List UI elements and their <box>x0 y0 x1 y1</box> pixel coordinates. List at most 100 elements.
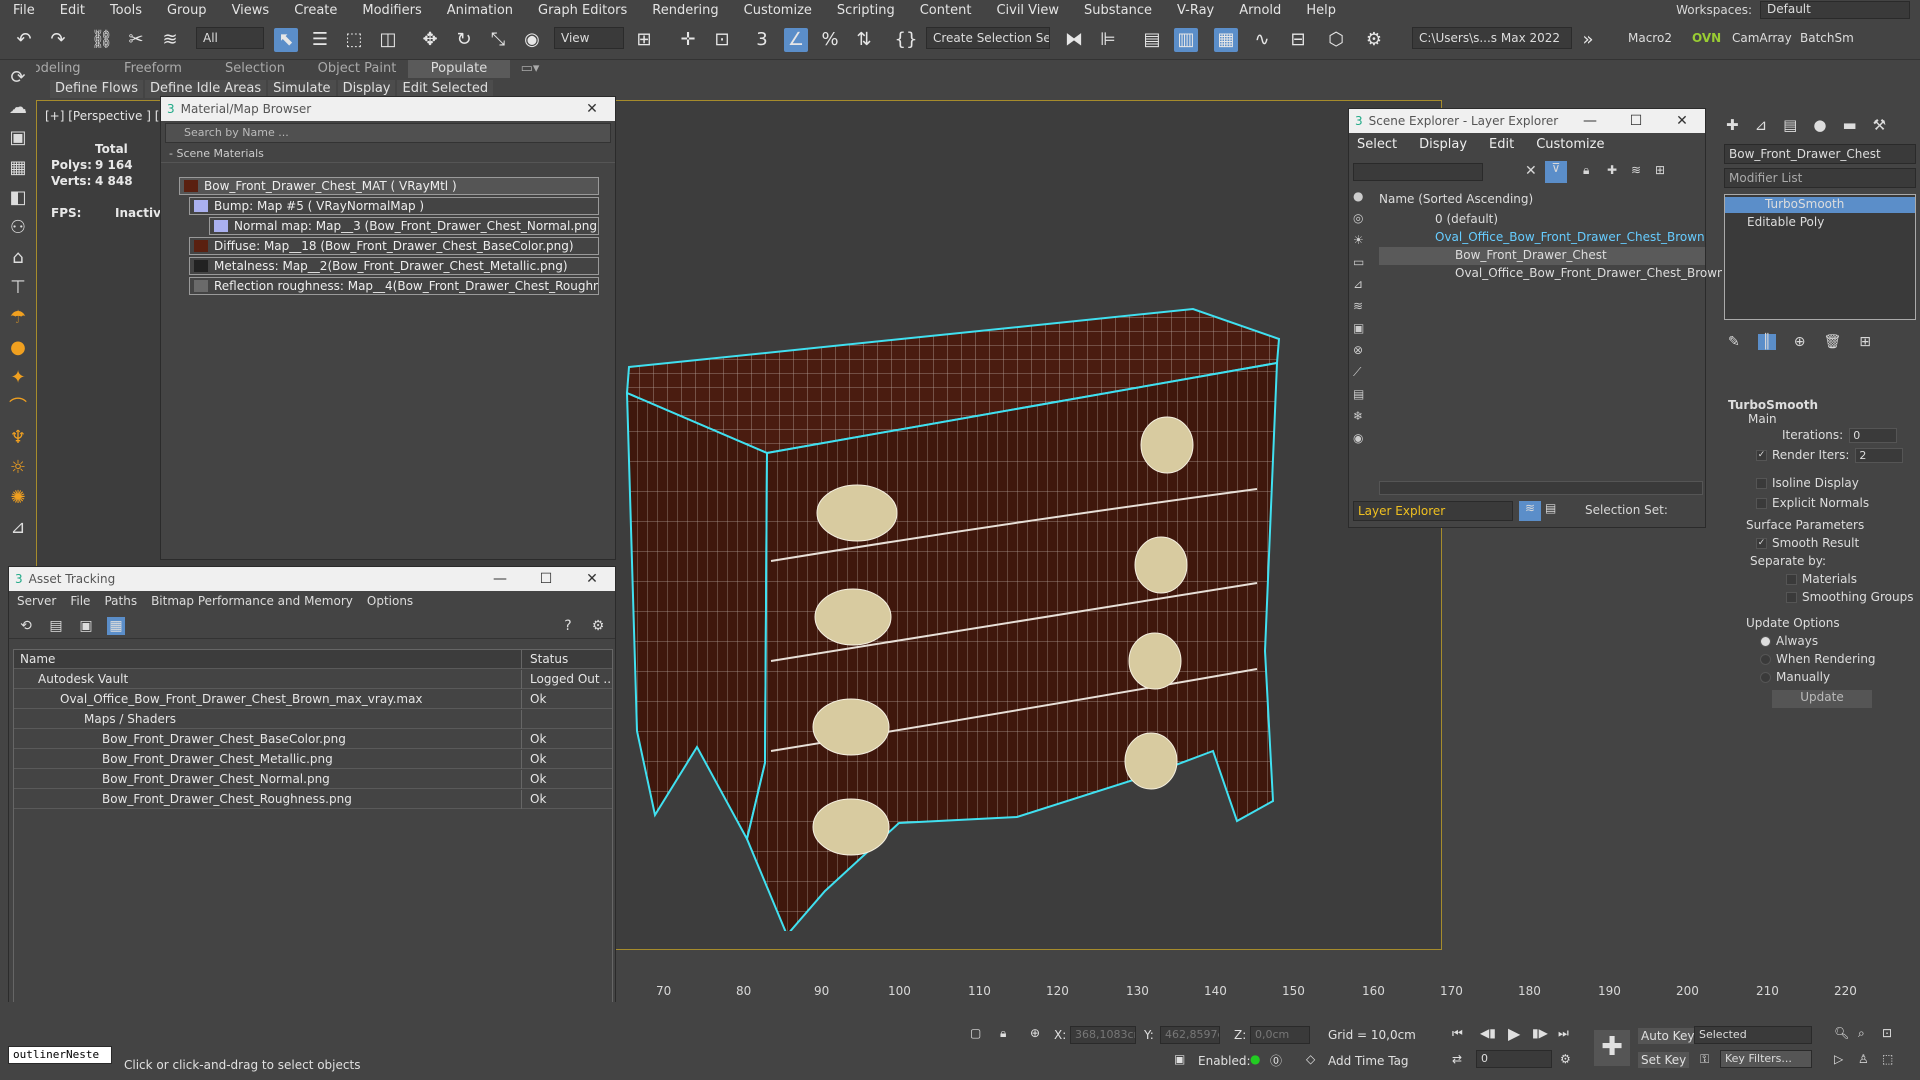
column-status-header[interactable]: Status <box>524 650 610 668</box>
zoom-extents-icon[interactable]: ⊡ <box>1882 1026 1892 1040</box>
select-by-name-icon[interactable]: ☰ <box>308 28 332 52</box>
rotate-icon[interactable]: ↻ <box>452 28 476 52</box>
utilities-tab-icon[interactable]: ⚒ <box>1873 116 1886 136</box>
chevron-right-icon[interactable]: » <box>1576 28 1600 52</box>
placement-icon[interactable]: ◉ <box>520 28 544 52</box>
bind-space-warp-icon[interactable]: ≋ <box>158 28 182 52</box>
hierarchy-icon[interactable]: ⊞ <box>1655 163 1665 177</box>
set-key-button[interactable]: Set Key <box>1638 1052 1690 1068</box>
layers-icon[interactable]: ▦ <box>3 154 33 182</box>
ribbon-options-icon[interactable]: ▭▾ <box>510 60 550 78</box>
update-button[interactable]: Update <box>1772 690 1872 708</box>
menu-create[interactable]: Create <box>281 3 349 18</box>
project-path-dropdown[interactable]: C:\Users\s...s Max 2022 <box>1412 27 1572 49</box>
align-icon[interactable]: ⊫ <box>1096 28 1120 52</box>
tab-freeform[interactable]: Freeform <box>102 60 204 78</box>
viewport-label[interactable]: [+] [Perspective ] [St <box>45 109 172 123</box>
always-radio[interactable] <box>1760 636 1771 647</box>
modifier-turbosmooth[interactable]: TurboSmooth <box>1725 197 1915 213</box>
pivot-center-icon[interactable]: ⊞ <box>632 28 656 52</box>
modifier-editable-poly[interactable]: Editable Poly <box>1747 215 1824 229</box>
map-item[interactable]: Normal map: Map__3 (Bow_Front_Drawer_Che… <box>209 217 599 235</box>
schematic-view-icon[interactable]: ⊟ <box>1286 28 1310 52</box>
map-item[interactable]: Metalness: Map__2(Bow_Front_Drawer_Chest… <box>189 257 599 275</box>
select-manipulate-icon[interactable]: ✛ <box>676 28 700 52</box>
lamp-icon[interactable]: ⌒ <box>3 394 33 422</box>
asset-menu-file[interactable]: File <box>70 594 90 610</box>
unlink-icon[interactable]: ✂ <box>124 28 148 52</box>
refresh-icon[interactable]: ⟲ <box>17 617 35 635</box>
mirror-icon[interactable]: ⧓ <box>1062 28 1086 52</box>
spacewarps-filter-icon[interactable]: ≋ <box>1353 299 1375 321</box>
material-item[interactable]: Bow_Front_Drawer_Chest_MAT ( VRayMtl ) <box>179 177 599 195</box>
map-item[interactable]: Reflection roughness: Map__4(Bow_Front_D… <box>189 277 599 295</box>
asset-menu-paths[interactable]: Paths <box>104 594 137 610</box>
toggle-ribbon-icon[interactable]: ▦ <box>1214 28 1238 52</box>
show-end-result-icon[interactable]: ║ <box>1757 334 1776 350</box>
play-icon[interactable]: ▶ <box>1508 1024 1520 1043</box>
walk-through-icon[interactable]: ♙ <box>1858 1052 1869 1066</box>
render-iters-spinner[interactable]: 2 <box>1855 448 1904 463</box>
se-horizontal-scrollbar[interactable] <box>1379 481 1703 495</box>
tag-icon[interactable]: ◇ <box>1306 1052 1315 1066</box>
curve-editor-icon[interactable]: ∿ <box>1250 28 1274 52</box>
explicit-normals-checkbox[interactable] <box>1756 498 1767 509</box>
layer-row-oval-office[interactable]: Oval_Office_Bow_Front_Drawer_Chest_Brown <box>1379 229 1705 247</box>
table-row[interactable]: Bow_Front_Drawer_Chest_BaseColor.png Ok <box>14 730 612 749</box>
se-menu-select[interactable]: Select <box>1357 137 1397 153</box>
selection-filter-dropdown[interactable]: All <box>196 27 264 49</box>
next-frame-icon[interactable]: ▮▶ <box>1532 1026 1548 1040</box>
cameras-filter-icon[interactable]: ▭ <box>1353 255 1375 277</box>
table-row[interactable]: Bow_Front_Drawer_Chest_Metallic.png Ok <box>14 750 612 769</box>
auto-key-button[interactable]: Auto Key <box>1638 1028 1698 1044</box>
batchsm-button[interactable]: BatchSm <box>1800 31 1854 45</box>
add-time-tag-button[interactable]: Add Time Tag <box>1328 1054 1409 1068</box>
lights-filter-icon[interactable]: ☀ <box>1353 233 1375 255</box>
key-filters-button[interactable]: Key Filters... <box>1720 1050 1812 1068</box>
create-tab-icon[interactable]: ✚ <box>1726 116 1739 136</box>
gem-icon[interactable]: ✦ <box>3 364 33 392</box>
table-row[interactable]: Maps / Shaders <box>14 710 612 729</box>
asset-menu-options[interactable]: Options <box>367 594 413 610</box>
redo-icon[interactable]: ↷ <box>46 28 70 52</box>
stairs-icon[interactable]: ⊿ <box>3 514 33 542</box>
track-bar[interactable]: 70 80 90 100 110 120 130 140 150 160 170… <box>620 980 1920 1002</box>
menu-file[interactable]: File <box>0 3 47 18</box>
link-icon[interactable]: ⛓ <box>90 28 114 52</box>
absolute-mode-icon[interactable]: ⊕ <box>1030 1026 1040 1040</box>
scene-materials-section[interactable]: - Scene Materials <box>161 145 615 163</box>
x-coordinate-field[interactable]: 368,1083cı <box>1070 1026 1136 1044</box>
table-row[interactable]: Bow_Front_Drawer_Chest_Normal.png Ok <box>14 770 612 789</box>
menu-content[interactable]: Content <box>907 3 984 18</box>
macro2-button[interactable]: Macro2 <box>1628 31 1672 45</box>
adaptive-degradation-icon[interactable]: ▣ <box>1174 1052 1185 1066</box>
scale-icon[interactable]: ⤡ <box>486 28 510 52</box>
clear-search-icon[interactable]: ✕ <box>1525 163 1537 179</box>
menu-substance[interactable]: Substance <box>1071 3 1164 18</box>
object-name-field[interactable]: Bow_Front_Drawer_Chest <box>1724 144 1916 164</box>
modify-tab-icon[interactable]: ⊿ <box>1755 116 1768 136</box>
turbosmooth-rollout-title[interactable]: TurboSmooth <box>1728 398 1818 412</box>
move-icon[interactable]: ✥ <box>418 28 442 52</box>
menu-graph-editors[interactable]: Graph Editors <box>525 3 639 18</box>
table-row[interactable]: Autodesk Vault Logged Out ... <box>14 670 612 689</box>
snaps-toggle-icon[interactable]: 3 <box>750 28 774 52</box>
chair-icon[interactable]: ⌂ <box>3 244 33 272</box>
chest-of-drawers-model[interactable] <box>597 191 1377 931</box>
help-icon[interactable]: ? <box>559 617 577 635</box>
camarray-button[interactable]: CamArray <box>1732 31 1792 45</box>
z-coordinate-field[interactable]: 0,0cm <box>1250 1026 1310 1044</box>
groups-filter-icon[interactable]: ▣ <box>1353 321 1375 343</box>
hidden-filter-icon[interactable]: ◉ <box>1353 431 1375 453</box>
scene-search-input[interactable] <box>1353 163 1483 181</box>
object-icon[interactable]: ◧ <box>3 184 33 212</box>
menu-views[interactable]: Views <box>219 3 282 18</box>
edit-named-selection-icon[interactable]: {} <box>894 28 918 52</box>
manually-radio[interactable] <box>1760 672 1771 683</box>
menu-civil-view[interactable]: Civil View <box>983 3 1071 18</box>
pan-icon[interactable]: ☁ <box>3 94 33 122</box>
menu-rendering[interactable]: Rendering <box>639 3 730 18</box>
table-icon[interactable]: ⊤ <box>3 274 33 302</box>
hierarchy-tab-icon[interactable]: ▤ <box>1783 116 1797 136</box>
close-icon[interactable]: ✕ <box>569 101 615 117</box>
